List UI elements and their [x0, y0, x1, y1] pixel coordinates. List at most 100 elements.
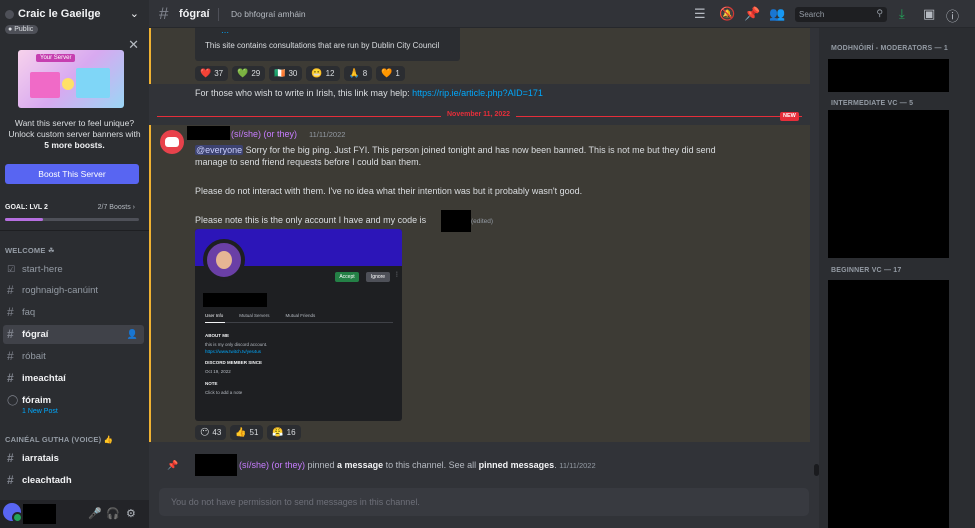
message-timestamp: 11/11/2022 [309, 130, 346, 139]
gear-icon[interactable]: ⚙ [126, 507, 136, 520]
hash-icon: # [7, 473, 14, 487]
channel-start-here[interactable]: ☑ start-here [3, 260, 144, 279]
redacted-profile-name [203, 293, 267, 307]
microphone-icon[interactable]: 🎤 [88, 507, 102, 520]
redacted-member-list[interactable] [828, 280, 949, 528]
member-list-icon[interactable]: 👥 [769, 6, 785, 22]
author-pronouns[interactable]: (sí/she) (or they) [239, 460, 305, 470]
reaction-button[interactable]: 😬 12 [306, 66, 340, 81]
search-icon: ⚲ [876, 8, 883, 18]
tab-underline [205, 322, 225, 323]
heart-icon: ❤️ [200, 68, 212, 78]
reaction-button[interactable]: 😤 16 [267, 425, 301, 440]
promo-line1: Want this server to feel unique? [14, 118, 135, 128]
notification-bell-muted-icon[interactable]: 🔕 [719, 6, 735, 22]
user-panel: 🎤 🎧 ⚙ [0, 500, 149, 528]
huffing-face-icon: 😤 [272, 427, 284, 437]
channel-faq[interactable]: # faq [3, 303, 144, 322]
category-welcome[interactable]: WELCOME ☘ [5, 246, 55, 255]
profile-tabs: User Info Mutual Servers Mutual Friends [205, 313, 331, 318]
redacted-author-name[interactable] [187, 126, 230, 140]
channel-robait[interactable]: # róbait [3, 347, 144, 366]
add-user-icon[interactable]: 👤 [127, 325, 138, 344]
message-line: Please do not interact with them. I've n… [195, 186, 583, 196]
more-icon: ⋮ [394, 272, 400, 278]
reaction-button[interactable]: 🙏 8 [343, 66, 373, 81]
hash-icon: # [7, 349, 14, 363]
channel-cleachtadh[interactable]: # cleachtadh [3, 471, 144, 490]
member-group-intermediate: INTERMEDIATE VC — 5 [831, 100, 914, 107]
edited-label: (edited) [471, 218, 494, 225]
channel-roghnaigh-canuint[interactable]: # roghnaigh-canúint [3, 281, 144, 300]
redacted-author-name[interactable] [195, 454, 237, 476]
hash-icon: # [7, 305, 14, 319]
pin-icon[interactable]: 📌 [744, 6, 760, 22]
pin-timestamp: 11/11/2022 [559, 461, 596, 470]
reaction-button[interactable]: ❤️ 37 [195, 66, 229, 81]
avatar[interactable] [3, 503, 23, 523]
tab-mutual-servers: Mutual Servers [239, 313, 270, 318]
author-pronouns[interactable]: (sí/she) (or they) [231, 129, 297, 139]
hash-icon: # [7, 327, 14, 341]
channel-label: róbait [22, 351, 46, 362]
channel-label: roghnaigh-canúint [22, 285, 99, 296]
reaction-button[interactable]: 🇮🇪 30 [269, 66, 303, 81]
search-placeholder: Search [799, 10, 825, 19]
channel-title: fógraí [179, 8, 210, 20]
channel-label: fóraim [22, 395, 52, 406]
attached-image[interactable]: Accept Ignore ⋮ User Info Mutual Servers M… [195, 229, 402, 421]
search-input[interactable]: Search ⚲ [795, 7, 887, 22]
server-name: Craic le Gaeilge [18, 8, 101, 20]
server-badge-icon [5, 10, 14, 19]
reaction-button[interactable]: 🧡 1 [376, 66, 405, 81]
boost-goal[interactable]: GOAL: LVL 2 2/7 Boosts › [5, 204, 139, 211]
promo-bold: 5 more boosts. [44, 140, 105, 150]
redacted-code [441, 210, 471, 232]
member-list: MODHNÓIRÍ - MODERATORS — 1 INTERMEDIATE … [819, 28, 975, 528]
category-voice[interactable]: CAINÉAL GUTHA (VOICE) 👍 [5, 435, 113, 444]
channel-iarratais[interactable]: # iarratais [3, 449, 144, 468]
threads-icon[interactable]: ☰ [694, 6, 706, 22]
channel-topic[interactable]: Do bhfograí amháin [231, 9, 306, 19]
chevron-down-icon[interactable]: ⌄ [130, 7, 139, 20]
irish-flag-icon: 🇮🇪 [274, 68, 286, 78]
member-group-moderators: MODHNÓIRÍ - MODERATORS — 1 [831, 45, 948, 52]
message-input: You do not have permission to send messa… [159, 488, 809, 516]
praying-hands-icon: 🙏 [348, 68, 360, 78]
server-header[interactable]: Craic le Gaeilge ⌄ [0, 0, 149, 28]
reaction-button[interactable]: 😶 43 [195, 425, 227, 440]
channel-imeachtai[interactable]: # imeachtaí [3, 369, 144, 388]
close-icon[interactable]: ✕ [128, 37, 139, 53]
reaction-count: 12 [325, 69, 335, 78]
forum-new-posts[interactable]: 1 New Post [22, 408, 58, 415]
reaction-row-top: ❤️ 37 💚 29 🇮🇪 30 😬 12 🙏 8 🧡 1 [195, 66, 405, 81]
help-icon[interactable]: ⓘ [946, 6, 959, 25]
avatar[interactable] [160, 130, 184, 154]
note-value: Click to add a note [205, 390, 243, 395]
headphones-icon[interactable]: 🎧 [106, 507, 120, 520]
external-link[interactable]: https://rip.ie/article.php?AID=171 [412, 88, 543, 98]
message-input-placeholder: You do not have permission to send messa… [171, 497, 420, 507]
reaction-button[interactable]: 👍 51 [230, 425, 264, 440]
thumbs-up-icon: 👍 [235, 427, 247, 437]
boost-server-button[interactable]: Boost This Server [5, 164, 139, 184]
redacted-member-list[interactable] [828, 59, 949, 92]
pinned-message-link[interactable]: a message [337, 460, 383, 470]
green-heart-icon: 💚 [237, 68, 249, 78]
redacted-username [23, 504, 56, 524]
inbox-icon[interactable]: ▣ [923, 6, 935, 22]
everyone-mention[interactable]: @everyone [195, 145, 244, 155]
discord-logo-icon [165, 137, 179, 147]
tab-mutual-friends: Mutual Friends [285, 313, 316, 318]
channel-fograi[interactable]: # fógraí 👤 [3, 325, 144, 344]
orange-heart-icon: 🧡 [381, 68, 393, 78]
channel-label: imeachtaí [22, 373, 66, 384]
reaction-button[interactable]: 💚 29 [232, 66, 266, 81]
link-embed[interactable]: ⋯ This site contains consultations that … [195, 28, 460, 61]
gift-box-icon [30, 72, 60, 98]
redacted-member-list[interactable] [828, 110, 949, 258]
gift-box-icon [76, 68, 110, 98]
download-icon[interactable]: ⤓ [899, 6, 905, 22]
goal-progress-bar [5, 218, 139, 221]
pinned-messages-link[interactable]: pinned messages [479, 460, 555, 470]
